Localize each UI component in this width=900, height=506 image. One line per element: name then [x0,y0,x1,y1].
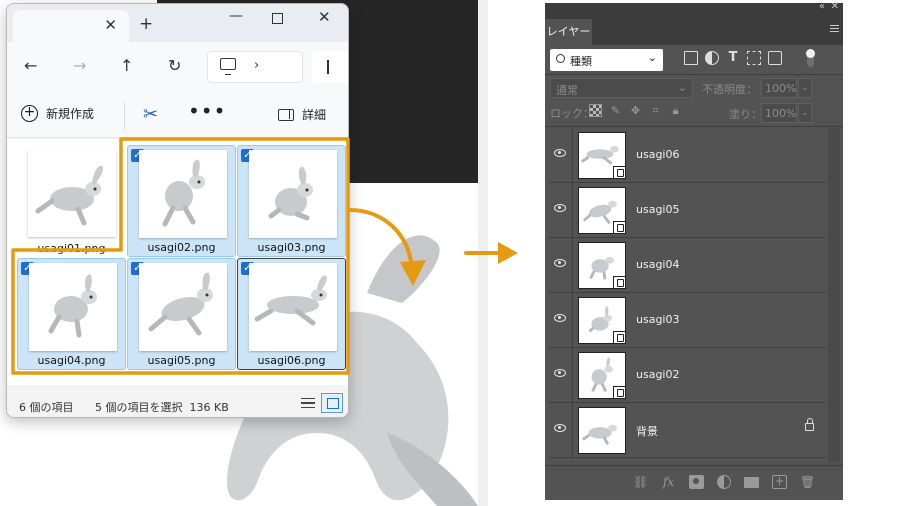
add-mask-icon[interactable] [689,475,704,489]
opacity-slider-button[interactable]: ⌄ [798,78,812,98]
smart-object-filter-icon[interactable] [768,51,782,65]
smart-object-icon [613,331,626,344]
filter-icons: T [684,51,782,65]
layer-name: usagi05 [636,203,680,216]
panel-tab-row: レイヤー [545,15,843,45]
smart-object-icon [613,166,626,179]
layer-filter-dropdown[interactable]: 種類 ⌄ [550,49,663,71]
layer-style-icon[interactable]: fx [661,475,676,489]
lock-position-icon[interactable]: ✥ [629,104,642,117]
eye-column-divider [572,403,573,458]
layer-row-usagi05[interactable]: usagi05 [548,183,826,238]
eye-icon[interactable] [554,259,566,267]
tab-layers[interactable]: レイヤー [545,19,592,45]
eye-icon[interactable] [554,369,566,377]
chevron-down-icon: ⌄ [647,51,657,64]
panel-bottom-toolbar: ⛓ fx + 🗑︎ [545,465,843,500]
layer-row-usagi03[interactable]: usagi03 [548,293,826,348]
layer-thumbnail [578,132,626,179]
lock-icons: ✎ ✥ ⌗ 🔒︎ [589,104,682,117]
type-layer-filter-icon[interactable]: T [726,51,740,65]
eye-icon[interactable] [554,424,566,432]
blend-mode-value: 通常 [556,84,578,97]
layer-row-usagi02[interactable]: usagi02 [548,348,826,403]
lock-label: ロック： [550,107,594,120]
search-icon [556,54,565,63]
layer-thumbnail [578,187,626,234]
lock-artboard-icon[interactable]: ⌗ [649,104,662,117]
delete-layer-icon[interactable]: 🗑︎ [800,475,815,489]
layer-thumbnail [578,297,626,344]
fill-label: 塗り： [729,108,762,121]
collapse-panel-icon[interactable]: « [819,1,825,12]
layer-row-background[interactable]: 背景 [548,403,826,458]
smart-object-icon [613,386,626,399]
eye-icon[interactable] [554,314,566,322]
bottom-icons: ⛓ fx + 🗑︎ [633,475,815,489]
adjustment-layer-icon[interactable] [717,475,731,489]
layer-thumbnail [578,352,626,399]
new-layer-icon[interactable]: + [772,475,787,489]
close-panel-icon[interactable]: ✕ [831,1,839,12]
blend-mode-dropdown[interactable]: 通常 ⌄ [550,78,693,98]
adjustment-layer-filter-icon[interactable] [705,51,719,65]
eye-column-divider [572,183,573,238]
separator [545,74,843,75]
lock-icon[interactable] [805,418,814,431]
fill-input[interactable]: 100% [761,103,797,123]
eye-column-divider [572,238,573,293]
layer-list: usagi06 usagi05 usagi04 usagi03 usagi02 … [548,128,826,462]
fill-slider-button[interactable]: ⌄ [798,103,812,123]
layers-panel: « ✕ レイヤー 種類 ⌄ T 通常 ⌄ 不透明度： 100% ⌄ ロック： ✎… [545,1,843,500]
separator [545,126,843,127]
layer-row-usagi04[interactable]: usagi04 [548,238,826,293]
eye-column-divider [572,293,573,348]
eye-column-divider [572,128,573,183]
layer-name: usagi03 [636,313,680,326]
panel-menu-icon[interactable] [830,25,839,32]
lock-all-icon[interactable]: 🔒︎ [669,104,682,117]
panel-top-bar: « ✕ [545,1,843,15]
layer-thumbnail [578,242,626,289]
eye-column-divider [572,348,573,403]
layer-name: usagi02 [636,368,680,381]
lock-transparent-pixels-icon[interactable] [589,104,602,117]
right-arrow-icon [464,242,518,264]
layer-list-scrollbar[interactable] [828,128,840,462]
link-layers-icon[interactable]: ⛓ [633,475,648,489]
layer-row-usagi06[interactable]: usagi06 [548,128,826,183]
lock-image-pixels-icon[interactable]: ✎ [609,104,622,117]
shape-layer-filter-icon[interactable] [747,51,761,65]
eye-icon[interactable] [554,204,566,212]
new-group-icon[interactable] [744,476,759,488]
curved-arrow-icon [348,208,426,286]
opacity-input[interactable]: 100% [761,78,797,98]
layer-name: usagi04 [636,258,680,271]
layer-thumbnail [578,407,626,454]
smart-object-icon [613,221,626,234]
layer-name: 背景 [636,425,658,438]
layer-name: usagi06 [636,148,680,161]
filter-type-label: 種類 [570,55,592,68]
pixel-layer-filter-icon[interactable] [684,51,698,65]
chevron-down-icon: ⌄ [677,81,687,94]
smart-object-icon [613,276,626,289]
eye-icon[interactable] [554,149,566,157]
filter-toggle[interactable] [806,49,815,67]
opacity-label: 不透明度： [702,83,757,96]
